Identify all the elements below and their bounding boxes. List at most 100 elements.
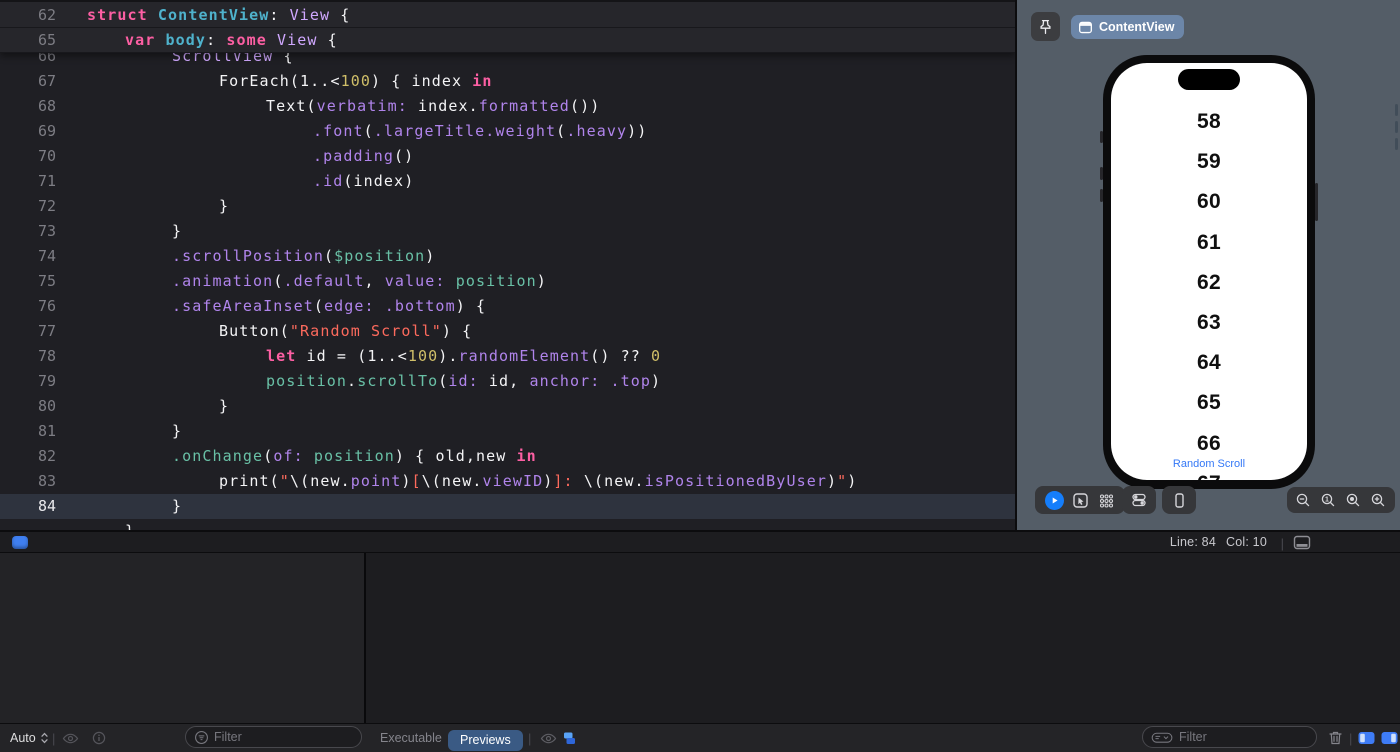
- code-line[interactable]: 79 position.scrollTo(id: id, anchor: .top…: [0, 369, 1015, 394]
- variables-filter-input[interactable]: Filter: [185, 726, 362, 748]
- selectable-mode-button[interactable]: [1067, 487, 1093, 513]
- chevron-up-down-icon[interactable]: [39, 731, 50, 745]
- sticky-code-line[interactable]: 62 struct ContentView: View {: [0, 3, 1015, 28]
- executable-tab[interactable]: Executable: [380, 724, 442, 752]
- code-line[interactable]: 75 .animation(.default, value: position): [0, 269, 1015, 294]
- code-line[interactable]: 72}: [0, 194, 1015, 219]
- code-line[interactable]: 78 let id = (1..<100).randomElement() ?? …: [0, 344, 1015, 369]
- previews-tab[interactable]: Previews: [448, 729, 523, 751]
- zoom-100-button[interactable]: 1: [1317, 487, 1340, 513]
- dynamic-island: [1178, 69, 1240, 90]
- line-number[interactable]: 79: [0, 369, 56, 394]
- line-number[interactable]: 62: [0, 3, 56, 28]
- code-text: Text(verbatim: index.formatted()): [266, 97, 601, 115]
- device-settings-button[interactable]: [1126, 487, 1152, 513]
- info-button[interactable]: [92, 724, 106, 752]
- zoom-out-button[interactable]: [1292, 487, 1315, 513]
- live-preview-button[interactable]: [1041, 487, 1067, 513]
- toggle-variables-panel-button[interactable]: [1358, 724, 1375, 752]
- preview-scrollbar[interactable]: [1395, 104, 1398, 229]
- sticky-code-line[interactable]: 65 var body: some View {: [0, 28, 1015, 53]
- line-number[interactable]: 72: [0, 194, 56, 219]
- list-number: 64: [1197, 351, 1221, 375]
- code-line[interactable]: 73}: [0, 219, 1015, 244]
- line-number[interactable]: 84: [0, 494, 56, 519]
- list-number: 59: [1197, 150, 1221, 174]
- line-number[interactable]: 75: [0, 269, 56, 294]
- code-text: }: [172, 222, 183, 240]
- line-number[interactable]: 78: [0, 344, 56, 369]
- zoom-in-button[interactable]: [1367, 487, 1390, 513]
- debug-area: [0, 553, 1400, 723]
- line-number[interactable]: 68: [0, 94, 56, 119]
- live-preview-play-icon: [1044, 490, 1064, 510]
- line-number[interactable]: 80: [0, 394, 56, 419]
- code-text: .scrollPosition($position): [172, 247, 436, 265]
- line-number[interactable]: 74: [0, 244, 56, 269]
- console-eye-button[interactable]: [540, 724, 557, 752]
- toggle-console-panel-button[interactable]: [1381, 724, 1398, 752]
- code-line[interactable]: 77 Button("Random Scroll") {: [0, 319, 1015, 344]
- line-number[interactable]: 70: [0, 144, 56, 169]
- line-number[interactable]: 76: [0, 294, 56, 319]
- zoom-fit-button[interactable]: [1342, 487, 1365, 513]
- cursor-position: Line: 84 Col: 10: [1170, 535, 1267, 549]
- filter-dropdown-icon: [1151, 732, 1173, 743]
- variants-mode-button[interactable]: [1093, 487, 1119, 513]
- code-line[interactable]: 82 .onChange(of: position) { old,new in: [0, 444, 1015, 469]
- preview-tab-contentview[interactable]: ContentView: [1071, 15, 1185, 39]
- variables-panel-toggle-icon: [1358, 732, 1375, 744]
- variables-view[interactable]: [0, 553, 364, 723]
- show-variables-eye-button[interactable]: [62, 724, 79, 752]
- adjust-editor-options-icon[interactable]: [1292, 535, 1312, 551]
- editor-status-bar: Line: 84 Col: 10 |: [0, 530, 1400, 553]
- line-number[interactable]: 81: [0, 419, 56, 444]
- device-phone-icon: [1174, 492, 1184, 508]
- pin-preview-button[interactable]: [1031, 12, 1060, 41]
- code-text: }: [219, 397, 230, 415]
- console-filter-input[interactable]: Filter: [1142, 726, 1317, 748]
- device-screen[interactable]: 57 58596061626364656667 Random Scroll: [1111, 63, 1307, 480]
- code-text: position.scrollTo(id: id, anchor: .top): [266, 372, 662, 390]
- code-line[interactable]: 67 ForEach(1..<100) { index in: [0, 69, 1015, 94]
- code-line[interactable]: 80}: [0, 394, 1015, 419]
- trash-icon: [1329, 731, 1342, 745]
- line-number[interactable]: 73: [0, 219, 56, 244]
- previews-process-button[interactable]: [562, 724, 577, 752]
- variable-scope-selector[interactable]: Auto: [10, 731, 36, 745]
- console-view[interactable]: [366, 553, 1400, 723]
- code-line[interactable]: 71 .id(index): [0, 169, 1015, 194]
- code-text: .id(index): [313, 172, 415, 190]
- sticky-scope-header: 62 struct ContentView: View {65 var body: …: [0, 0, 1015, 53]
- code-text: Button("Random Scroll") {: [219, 322, 473, 340]
- code-line[interactable]: 69 .font(.largeTitle.weight(.heavy)): [0, 119, 1015, 144]
- line-number[interactable]: 82: [0, 444, 56, 469]
- code-line[interactable]: 76 .safeAreaInset(edge: .bottom) {: [0, 294, 1015, 319]
- random-scroll-button[interactable]: Random Scroll: [1111, 458, 1307, 470]
- code-line[interactable]: 84}: [0, 494, 1015, 519]
- preview-toolbar: 1: [1017, 484, 1400, 530]
- line-number[interactable]: 83: [0, 469, 56, 494]
- code-text: .font(.largeTitle.weight(.heavy)): [313, 122, 648, 140]
- line-number[interactable]: 67: [0, 69, 56, 94]
- line-number[interactable]: 71: [0, 169, 56, 194]
- list-number: 65: [1197, 391, 1221, 415]
- code-line[interactable]: 68 Text(verbatim: index.formatted()): [0, 94, 1015, 119]
- clear-console-button[interactable]: [1328, 724, 1343, 752]
- code-text: .safeAreaInset(edge: .bottom) {: [172, 297, 487, 315]
- code-line[interactable]: 81}: [0, 419, 1015, 444]
- power-button: [1315, 183, 1318, 221]
- line-number[interactable]: 65: [0, 28, 56, 53]
- code-line[interactable]: }: [0, 519, 1015, 530]
- line-number[interactable]: 69: [0, 119, 56, 144]
- device-picker-button[interactable]: [1166, 487, 1192, 513]
- code-editor[interactable]: 66 ScrollView {67 ForEach(1..<100) { index…: [0, 0, 1015, 530]
- swift-file-icon[interactable]: [12, 536, 28, 549]
- line-number[interactable]: 77: [0, 319, 56, 344]
- code-line[interactable]: 83 print("\(new.point)[\(new.viewID)]: \(…: [0, 469, 1015, 494]
- code-line[interactable]: 74 .scrollPosition($position): [0, 244, 1015, 269]
- code-line[interactable]: 70 .padding(): [0, 144, 1015, 169]
- xcode-window: 66 ScrollView {67 ForEach(1..<100) { index…: [0, 0, 1400, 752]
- code-text: ForEach(1..<100) { index in: [219, 72, 493, 90]
- code-text: .onChange(of: position) { old,new in: [172, 447, 537, 465]
